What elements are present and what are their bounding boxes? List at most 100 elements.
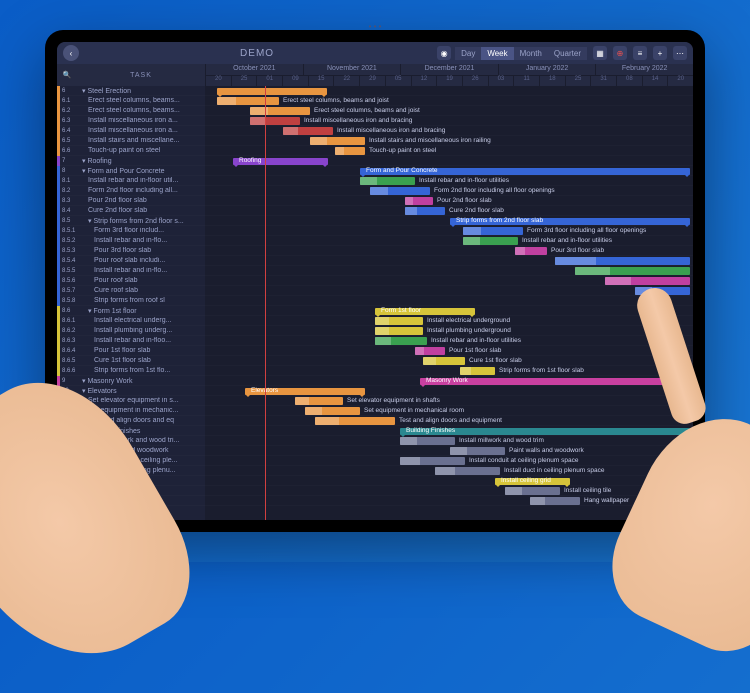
menu-icon[interactable]: ⋯	[673, 46, 687, 60]
task-row[interactable]: 8.5.7Cure roof slab	[57, 286, 205, 296]
gantt-row[interactable]: Install electrical underground	[205, 316, 693, 326]
gantt-bar[interactable]	[515, 247, 547, 255]
gantt-row[interactable]: Cure roof s	[205, 286, 693, 296]
gantt-bar[interactable]	[423, 357, 465, 365]
gantt-row[interactable]: Install miscellaneous iron and bracing	[205, 116, 693, 126]
gantt-row[interactable]: Strip forms from 2nd floor slab	[205, 216, 693, 226]
gantt-row[interactable]: Pour 2nd floor slab	[205, 196, 693, 206]
gantt-bar[interactable]	[305, 407, 360, 415]
task-row[interactable]: 9▾ Masonry Work	[57, 376, 205, 386]
gantt-row[interactable]: Erect steel columns, beams and joist	[205, 96, 693, 106]
gantt-row[interactable]: roof slab including all floor	[205, 256, 693, 266]
gantt-row[interactable]: Install stairs and miscellaneous iron ra…	[205, 136, 693, 146]
gantt-row[interactable]: Install rebar and in-floor utilities	[205, 236, 693, 246]
gantt-bar[interactable]	[375, 337, 427, 345]
task-row[interactable]: 8.1Install rebar and in-floor util...	[57, 176, 205, 186]
add-icon[interactable]: +	[653, 46, 667, 60]
gantt-row[interactable]: Install plumbing underground	[205, 326, 693, 336]
gantt-bar[interactable]	[530, 497, 580, 505]
gantt-bar[interactable]	[400, 457, 465, 465]
task-row[interactable]: 6.6Touch-up paint on steel	[57, 146, 205, 156]
gantt-row[interactable]: Form 2nd floor including all floor openi…	[205, 186, 693, 196]
gantt-bar[interactable]	[310, 137, 365, 145]
gantt-bar[interactable]	[435, 467, 500, 475]
gantt-bar[interactable]	[283, 127, 333, 135]
gantt-bar[interactable]	[605, 277, 690, 285]
back-button[interactable]: ‹	[63, 45, 79, 61]
gantt-row[interactable]: and in-floor utilities	[205, 266, 693, 276]
gantt-bar[interactable]	[217, 97, 279, 105]
search-icon[interactable]: 🔍	[57, 71, 77, 79]
zoom-quarter[interactable]: Quarter	[548, 47, 587, 60]
task-row[interactable]: 8.5.4Pour roof slab includi...	[57, 256, 205, 266]
task-row[interactable]: 6.2Erect steel columns, beams...	[57, 106, 205, 116]
task-row[interactable]: 8.5.1Form 3rd floor includ...	[57, 226, 205, 236]
zoom-week[interactable]: Week	[481, 47, 513, 60]
task-row[interactable]: 8.6.4Pour 1st floor slab	[57, 346, 205, 356]
gantt-row[interactable]: Form 1st floor	[205, 306, 693, 316]
gantt-bar[interactable]	[375, 327, 423, 335]
gantt-bar[interactable]	[315, 417, 395, 425]
gantt-row[interactable]: Roofing	[205, 156, 693, 166]
gantt-row[interactable]: Form and Pour Concrete	[205, 166, 693, 176]
task-row[interactable]: 6.5Install stairs and miscellane...	[57, 136, 205, 146]
clock-icon[interactable]: ◉	[437, 46, 451, 60]
gantt-bar[interactable]	[415, 347, 445, 355]
gantt-row[interactable]: Pour 3rd floor slab	[205, 246, 693, 256]
task-row[interactable]: 8.5.5Install rebar and in-flo...	[57, 266, 205, 276]
task-row[interactable]: 8.5.8Strip forms from roof sl	[57, 296, 205, 306]
zoom-day[interactable]: Day	[455, 47, 481, 60]
task-row[interactable]: 8.6.1Install electrical underg...	[57, 316, 205, 326]
gantt-bar[interactable]	[370, 187, 430, 195]
task-row[interactable]: 8.5▾ Strip forms from 2nd floor s...	[57, 216, 205, 226]
task-row[interactable]: 7▾ Roofing	[57, 156, 205, 166]
task-row[interactable]: 8.6.3Install rebar and in-floo...	[57, 336, 205, 346]
task-row[interactable]: 6▾ Steel Erection	[57, 86, 205, 96]
zoom-month[interactable]: Month	[514, 47, 548, 60]
gantt-row[interactable]	[205, 296, 693, 306]
gantt-bar[interactable]	[360, 177, 415, 185]
gantt-bar[interactable]	[463, 237, 518, 245]
task-row[interactable]: 8.6.2Install plumbing underg...	[57, 326, 205, 336]
gantt-row[interactable]	[205, 86, 693, 96]
gantt-row[interactable]: Erect steel columns, beams and joist	[205, 106, 693, 116]
task-row[interactable]: 8.6▾ Form 1st floor	[57, 306, 205, 316]
gantt-bar[interactable]	[460, 367, 495, 375]
gantt-bar[interactable]	[217, 88, 327, 95]
gantt-bar[interactable]	[400, 437, 455, 445]
gantt-bar[interactable]	[335, 147, 365, 155]
gantt-bar[interactable]	[463, 227, 523, 235]
task-row[interactable]: 8.2Form 2nd floor including all...	[57, 186, 205, 196]
target-icon[interactable]: ⊕	[613, 46, 627, 60]
filter-icon[interactable]: ≡	[633, 46, 647, 60]
gantt-bar[interactable]	[505, 487, 560, 495]
task-row[interactable]: 8.5.3Pour 3rd floor slab	[57, 246, 205, 256]
task-row[interactable]: 8.3Pour 2nd floor slab	[57, 196, 205, 206]
task-row[interactable]: 8▾ Form and Pour Concrete	[57, 166, 205, 176]
gantt-bar[interactable]	[295, 397, 343, 405]
task-row[interactable]: 8.6.5Cure 1st floor slab	[57, 356, 205, 366]
gantt-row[interactable]: Install miscellaneous iron and bracing	[205, 126, 693, 136]
gantt-row[interactable]: Cure 2nd floor slab	[205, 206, 693, 216]
timeline-header[interactable]: October 2021November 2021December 2021Ja…	[205, 64, 693, 86]
gantt-row[interactable]: Touch-up paint on steel	[205, 146, 693, 156]
task-row[interactable]: 8.5.2Install rebar and in-flo...	[57, 236, 205, 246]
task-row[interactable]: 8.5.6Pour roof slab	[57, 276, 205, 286]
gantt-bar[interactable]	[575, 267, 690, 275]
gantt-row[interactable]: our roof slab	[205, 276, 693, 286]
gantt-bar[interactable]	[250, 107, 310, 115]
gantt-bar[interactable]	[450, 447, 505, 455]
task-row[interactable]: 8.6.6Strip forms from 1st flo...	[57, 366, 205, 376]
gantt-bar[interactable]	[555, 257, 690, 265]
gantt-bar[interactable]	[405, 197, 433, 205]
task-row[interactable]: 6.3Install miscellaneous iron a...	[57, 116, 205, 126]
gantt-bar[interactable]	[250, 117, 300, 125]
gantt-bar[interactable]	[375, 317, 423, 325]
task-row[interactable]: 6.1Erect steel columns, beams...	[57, 96, 205, 106]
gantt-row[interactable]: Install rebar and in-floor utilities	[205, 176, 693, 186]
task-row[interactable]: 8.4Cure 2nd floor slab	[57, 206, 205, 216]
view-icon[interactable]: ▦	[593, 46, 607, 60]
task-row[interactable]: 6.4Install miscellaneous iron a...	[57, 126, 205, 136]
gantt-row[interactable]: Form 3rd floor including all floor openi…	[205, 226, 693, 236]
gantt-bar[interactable]	[405, 207, 445, 215]
